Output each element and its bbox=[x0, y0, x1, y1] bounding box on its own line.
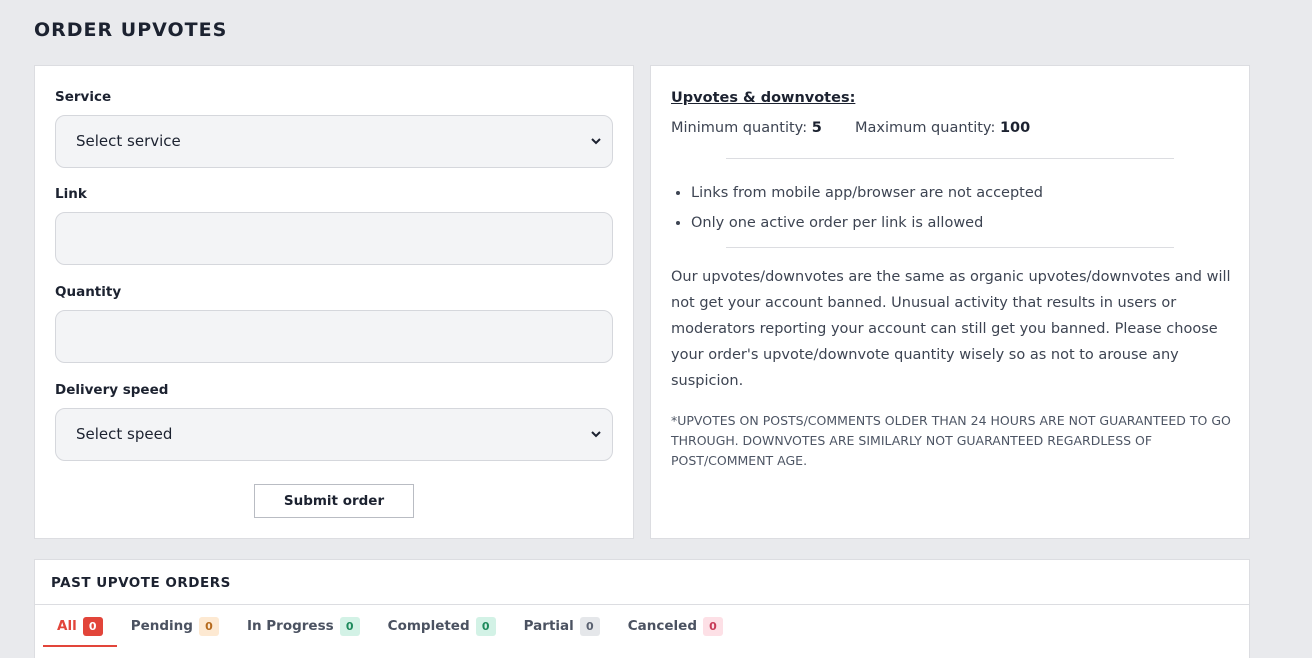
min-quantity-label: Minimum quantity: bbox=[671, 120, 808, 136]
tab-label: Completed bbox=[387, 618, 470, 634]
tab-all[interactable]: All 0 bbox=[43, 605, 117, 647]
tab-completed[interactable]: Completed 0 bbox=[374, 605, 510, 647]
quantity-input[interactable] bbox=[55, 310, 613, 363]
tab-label: All bbox=[57, 618, 77, 634]
tab-canceled[interactable]: Canceled 0 bbox=[614, 605, 737, 647]
submit-order-button[interactable]: Submit order bbox=[254, 484, 414, 518]
max-quantity: Maximum quantity: 100 bbox=[855, 120, 1030, 136]
info-note: *UPVOTES ON POSTS/COMMENTS OLDER THAN 24… bbox=[671, 413, 1231, 468]
rule-item: Only one active order per link is allowe… bbox=[691, 208, 1043, 238]
service-select-value: Select service bbox=[76, 132, 181, 150]
divider bbox=[726, 247, 1174, 248]
info-title: Upvotes & downvotes: bbox=[671, 90, 856, 106]
past-orders-card: PAST UPVOTE ORDERS All 0 Pending 0 In Pr… bbox=[34, 559, 1250, 658]
past-orders-title: PAST UPVOTE ORDERS bbox=[51, 575, 231, 591]
order-status-tabs: All 0 Pending 0 In Progress 0 Completed … bbox=[43, 605, 737, 647]
tab-pending[interactable]: Pending 0 bbox=[117, 605, 233, 647]
info-paragraph: Our upvotes/downvotes are the same as or… bbox=[671, 269, 1231, 389]
min-quantity: Minimum quantity: 5 bbox=[671, 120, 822, 136]
count-badge: 0 bbox=[475, 616, 496, 636]
info-card: Upvotes & downvotes: Minimum quantity: 5… bbox=[650, 65, 1250, 539]
service-select[interactable]: Select service bbox=[55, 115, 613, 168]
order-form-card: Service Select service Link Quantity Del… bbox=[34, 65, 634, 539]
tab-partial[interactable]: Partial 0 bbox=[510, 605, 614, 647]
count-badge: 0 bbox=[198, 616, 219, 636]
chevron-down-icon bbox=[591, 431, 601, 438]
tab-in-progress[interactable]: In Progress 0 bbox=[233, 605, 374, 647]
delivery-speed-select[interactable]: Select speed bbox=[55, 408, 613, 461]
count-badge: 0 bbox=[703, 616, 723, 636]
page-title: ORDER UPVOTES bbox=[34, 19, 228, 41]
service-label: Service bbox=[55, 89, 112, 105]
quantity-label: Quantity bbox=[55, 284, 122, 300]
tab-label: In Progress bbox=[246, 618, 334, 634]
divider bbox=[726, 158, 1174, 159]
link-input[interactable] bbox=[55, 212, 613, 265]
max-quantity-value: 100 bbox=[999, 120, 1031, 136]
link-label: Link bbox=[55, 186, 87, 202]
delivery-speed-label: Delivery speed bbox=[55, 382, 169, 398]
rule-item: Links from mobile app/browser are not ac… bbox=[691, 178, 1043, 208]
count-badge: 0 bbox=[82, 616, 103, 636]
count-badge: 0 bbox=[579, 616, 600, 636]
rules-list: Links from mobile app/browser are not ac… bbox=[691, 178, 1043, 238]
tab-label: Canceled bbox=[627, 618, 697, 634]
chevron-down-icon bbox=[591, 138, 601, 145]
max-quantity-label: Maximum quantity: bbox=[855, 120, 996, 136]
min-quantity-value: 5 bbox=[811, 120, 822, 136]
tab-label: Partial bbox=[523, 618, 574, 634]
tab-label: Pending bbox=[130, 618, 193, 634]
delivery-speed-value: Select speed bbox=[76, 425, 173, 443]
count-badge: 0 bbox=[339, 616, 360, 636]
